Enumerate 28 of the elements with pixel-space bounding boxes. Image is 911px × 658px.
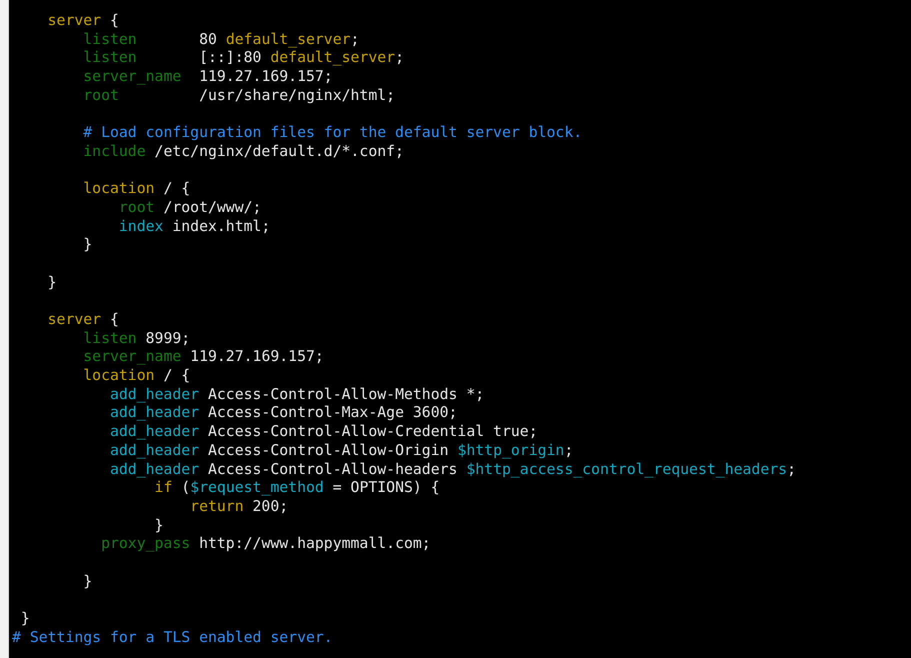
code-line: return 200;	[190, 498, 288, 517]
code-line: server_name 119.27.169.157;	[83, 348, 324, 368]
code-line: }	[20, 610, 30, 629]
code-line: }	[48, 274, 57, 292]
code-line: listen 8999;	[83, 330, 190, 348]
code-line: add_header Access-Control-Allow-Methods *;	[110, 386, 484, 404]
code-line: root /usr/share/nginx/html;	[83, 86, 396, 106]
code-line: add_header Access-Control-Allow-headers $http_access_control_request_headers;	[110, 460, 796, 480]
code-line: location / {	[83, 367, 190, 386]
code-line: if ($request_method = OPTIONS) {	[154, 479, 440, 498]
code-line: server_name 119.27.169.157;	[83, 68, 333, 87]
code-line: }	[154, 516, 164, 536]
code-line: proxy_pass http://www.happymmall.com;	[101, 535, 431, 554]
code-line: }	[83, 236, 92, 255]
code-line: location / {	[83, 180, 190, 199]
code-line: root /root/www/;	[118, 198, 262, 218]
code-line: # Load configuration files for the default server block.	[83, 124, 582, 143]
code-line: add_header Access-Control-Allow-Origin $http_origin;	[110, 442, 574, 460]
code-line: }	[83, 572, 92, 592]
code-line: add_header Access-Control-Allow-Credential true;	[110, 423, 538, 442]
code-line: include /etc/nginx/default.d/*.conf;	[83, 142, 404, 162]
code-line: listen [::]:80 default_server;	[83, 49, 404, 68]
code-line: # Settings for a TLS enabled server.	[12, 628, 333, 648]
code-line: index index.html;	[118, 218, 270, 236]
code-line: server {	[48, 12, 119, 31]
code-line: listen 80 default_server;	[83, 30, 360, 50]
code-line: server {	[48, 311, 119, 330]
code-line: add_header Access-Control-Max-Age 3600;	[110, 404, 458, 424]
